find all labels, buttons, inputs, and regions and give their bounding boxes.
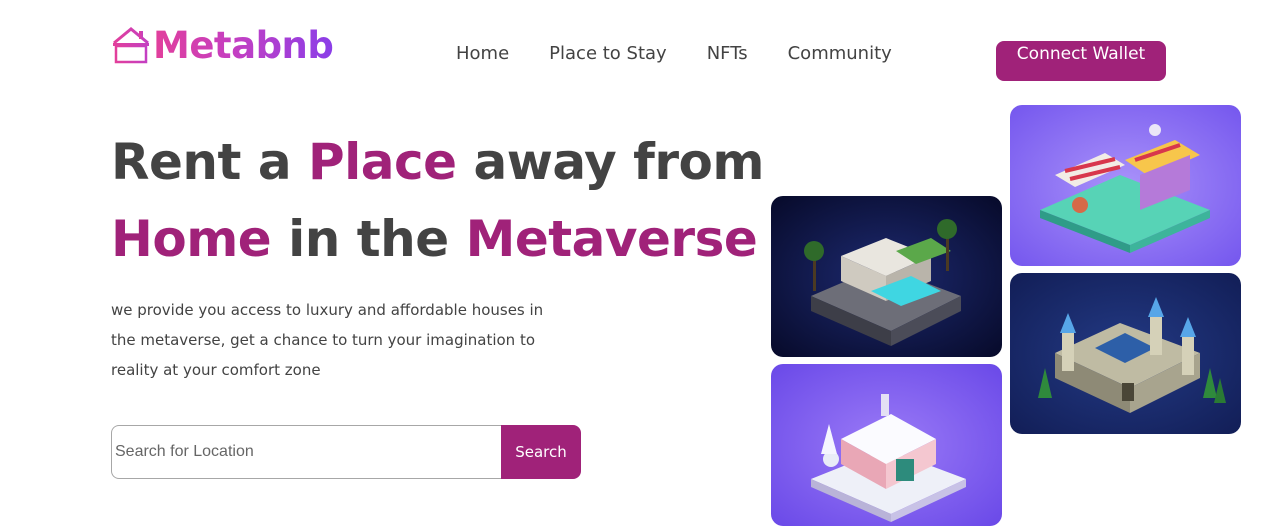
nav-nfts[interactable]: NFTs [707,43,748,65]
snow-cabin-image [771,364,1002,526]
hero-title-line-1: Rent a Place away from [111,133,764,191]
hero-title-accent: Metaverse [465,210,758,268]
main-nav: Home Place to Stay NFTs Community [456,43,932,65]
brand-logo[interactable]: Metabnb [111,23,334,67]
hero-title-text: in the [271,210,466,268]
connect-wallet-button[interactable]: Connect Wallet [996,41,1166,81]
castle-image [1010,273,1241,434]
hero-description: we provide you access to luxury and affo… [111,301,544,379]
house-icon [111,26,151,64]
hero-title-text: away from [456,133,764,191]
nav-community[interactable]: Community [788,43,892,65]
search-input[interactable] [111,425,501,479]
hero-title-text: Rent a [111,133,308,191]
villa-image [771,196,1002,357]
search-bar: Search [111,425,581,479]
hero-title-accent: Home [111,210,272,268]
hero-title: Rent a Place away from Home in the Metav… [111,124,764,278]
market-image [1010,105,1241,266]
search-button[interactable]: Search [501,425,581,479]
brand-name: Metabnb [153,23,334,67]
hero-title-line-2: Home in the Metaverse [111,210,758,268]
nav-place-to-stay[interactable]: Place to Stay [549,43,667,65]
hero-title-accent: Place [307,133,457,191]
nav-home[interactable]: Home [456,43,509,65]
